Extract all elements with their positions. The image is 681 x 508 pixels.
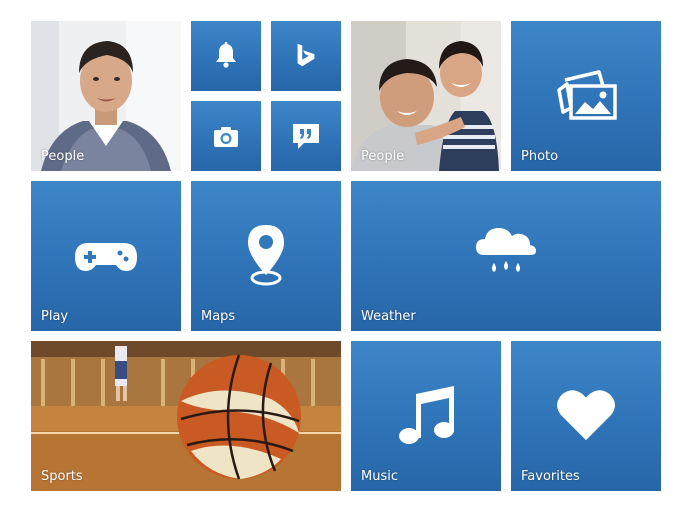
- tile-people-1[interactable]: People: [31, 21, 181, 171]
- photos-icon: [557, 70, 617, 120]
- tile-weather-label: Weather: [361, 309, 416, 324]
- music-note-icon: [399, 386, 454, 444]
- quote-icon: [293, 124, 319, 149]
- tile-photo[interactable]: Photo: [511, 21, 661, 171]
- tile-camera[interactable]: [191, 101, 261, 171]
- gamepad-icon: [75, 243, 137, 271]
- tile-people-2-label: People: [361, 149, 405, 164]
- tile-quotes[interactable]: [271, 101, 341, 171]
- tile-play[interactable]: Play: [31, 181, 181, 331]
- heart-icon: [557, 390, 615, 441]
- tile-sports-label: Sports: [41, 469, 83, 484]
- tile-people-1-label: People: [41, 149, 85, 164]
- tile-music-label: Music: [361, 469, 398, 484]
- camera-icon: [214, 127, 238, 147]
- rain-cloud-icon: [476, 228, 536, 272]
- tile-sports[interactable]: Sports: [31, 341, 341, 491]
- tile-maps[interactable]: Maps: [191, 181, 341, 331]
- tile-favorites-label: Favorites: [521, 469, 580, 484]
- tile-favorites[interactable]: Favorites: [511, 341, 661, 491]
- tile-play-label: Play: [41, 309, 69, 324]
- tile-bing[interactable]: [271, 21, 341, 91]
- map-pin-icon: [248, 225, 284, 286]
- tile-music[interactable]: Music: [351, 341, 501, 491]
- tile-notifications[interactable]: [191, 21, 261, 91]
- tile-people-2[interactable]: People: [351, 21, 501, 171]
- tile-maps-label: Maps: [201, 309, 236, 324]
- tile-weather[interactable]: Weather: [351, 181, 661, 331]
- bell-icon: [216, 42, 236, 68]
- tile-photo-label: Photo: [521, 149, 559, 164]
- bing-icon: [297, 43, 315, 67]
